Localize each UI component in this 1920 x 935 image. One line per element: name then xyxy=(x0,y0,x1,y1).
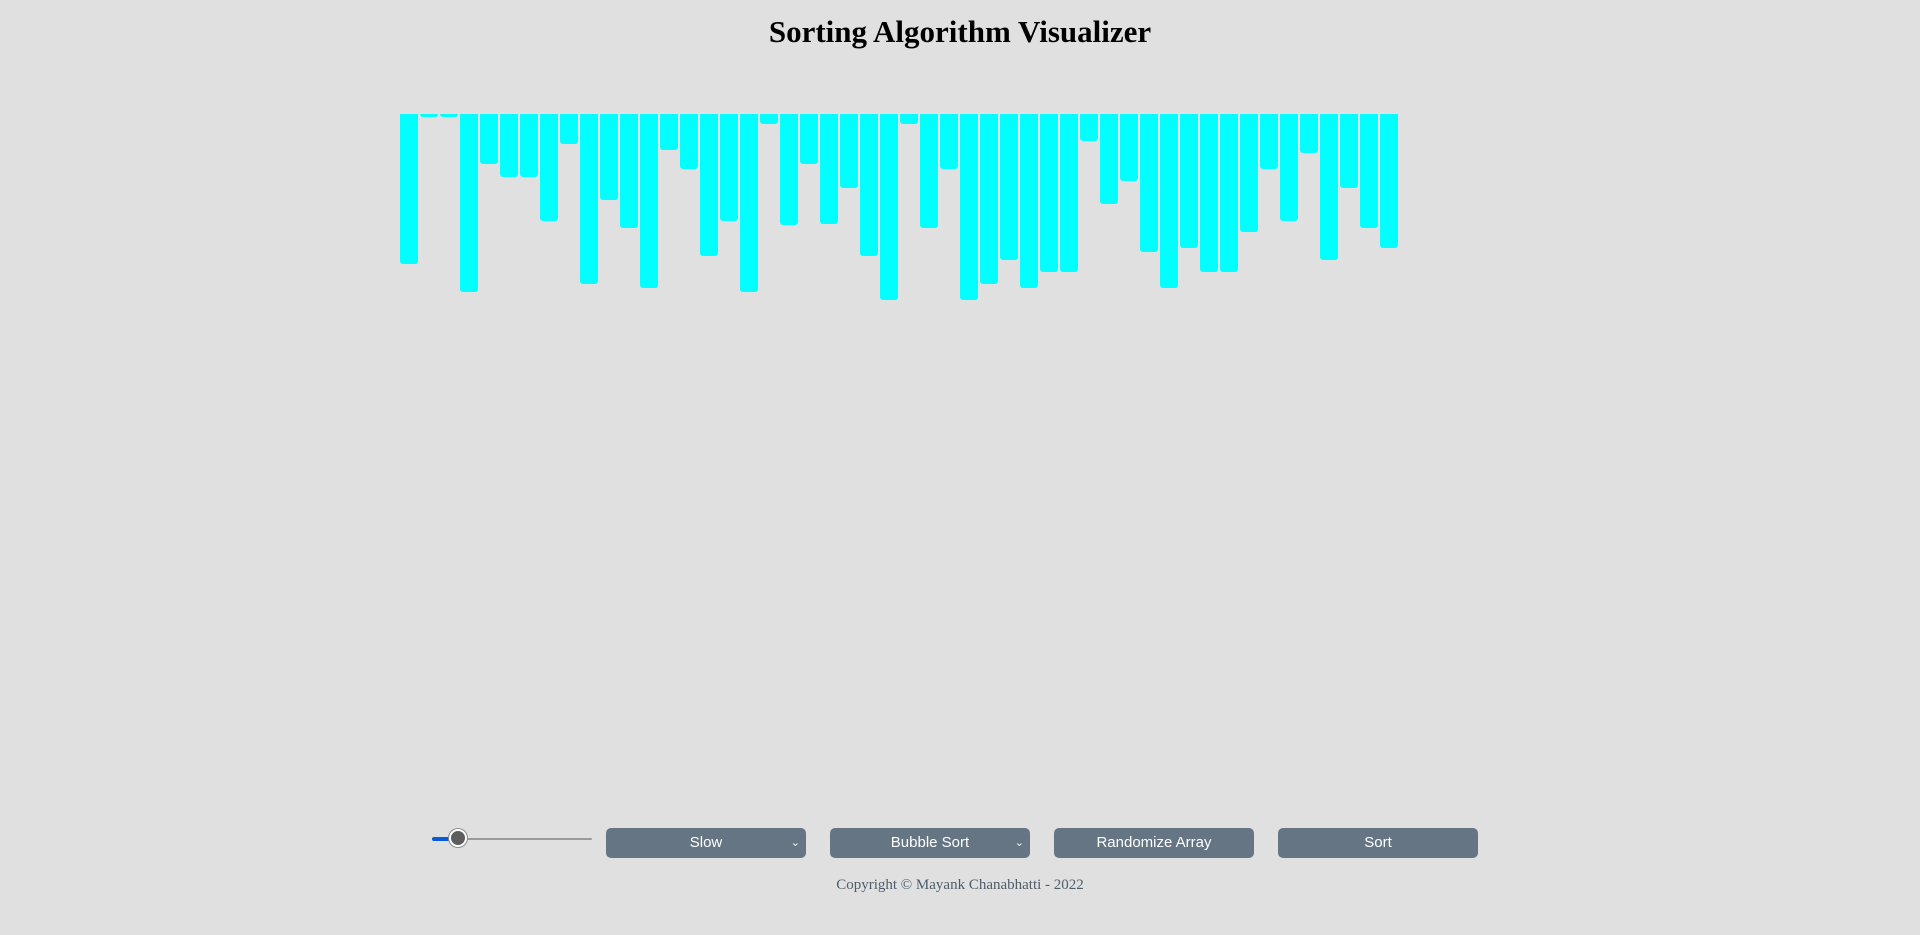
array-bar xyxy=(980,114,998,284)
array-bar xyxy=(940,114,958,169)
randomize-array-button[interactable]: Randomize Array xyxy=(1054,828,1254,858)
array-bar xyxy=(660,114,678,150)
array-bar xyxy=(580,114,598,284)
array-bar xyxy=(1380,114,1398,248)
array-bar xyxy=(1360,114,1378,228)
page-title: Sorting Algorithm Visualizer xyxy=(768,14,1152,49)
array-bar xyxy=(700,114,718,256)
speed-select[interactable]: Slow ⌄ xyxy=(606,828,806,858)
array-bar xyxy=(800,114,818,164)
array-bar xyxy=(600,114,618,200)
chevron-down-icon: ⌄ xyxy=(790,837,800,849)
bar-array xyxy=(400,114,1400,314)
speed-select-value: Slow xyxy=(689,834,723,851)
array-bar xyxy=(500,114,518,177)
chevron-down-icon: ⌄ xyxy=(1014,837,1024,849)
array-bar xyxy=(420,114,438,117)
array-bar xyxy=(680,114,698,169)
array-bar xyxy=(1280,114,1298,221)
array-bar xyxy=(540,114,558,221)
array-bar xyxy=(440,114,458,117)
array-size-slider[interactable] xyxy=(432,829,592,847)
array-bar xyxy=(1320,114,1338,260)
array-bar xyxy=(620,114,638,228)
visualizer-page: Sorting Algorithm Visualizer Slow ⌄ Bubb… xyxy=(0,0,1920,935)
array-bar xyxy=(720,114,738,221)
array-bar xyxy=(960,114,978,300)
copyright-footer: Copyright © Mayank Chanabhatti - 2022 xyxy=(836,877,1084,893)
array-bar xyxy=(1000,114,1018,260)
array-bar xyxy=(840,114,858,188)
array-bar xyxy=(1220,114,1238,272)
algorithm-select[interactable]: Bubble Sort ⌄ xyxy=(830,828,1030,858)
array-bar xyxy=(1260,114,1278,169)
array-bar xyxy=(1040,114,1058,272)
array-bar xyxy=(1300,114,1318,153)
array-bar xyxy=(760,114,778,124)
array-bar xyxy=(520,114,538,177)
array-bar xyxy=(1020,114,1038,288)
array-bar xyxy=(560,114,578,144)
array-bar xyxy=(1060,114,1078,272)
array-bar xyxy=(860,114,878,256)
array-bar xyxy=(1200,114,1218,272)
array-bar xyxy=(740,114,758,292)
slider-thumb[interactable] xyxy=(448,829,467,847)
array-bar xyxy=(1340,114,1358,188)
array-bar xyxy=(1120,114,1138,181)
array-bar xyxy=(1080,114,1098,141)
array-bar xyxy=(1180,114,1198,248)
array-bar xyxy=(880,114,898,300)
algorithm-select-value: Bubble Sort xyxy=(890,834,970,851)
sort-button[interactable]: Sort xyxy=(1278,828,1478,858)
array-bar xyxy=(1140,114,1158,252)
array-bar xyxy=(1240,114,1258,232)
array-bar xyxy=(820,114,838,224)
control-bar: Slow ⌄ Bubble Sort ⌄ Randomize Array Sor… xyxy=(0,828,1920,860)
array-bar xyxy=(480,114,498,164)
array-bar xyxy=(780,114,798,225)
array-bar xyxy=(1160,114,1178,288)
array-bar xyxy=(900,114,918,124)
array-bar xyxy=(640,114,658,288)
array-bar xyxy=(920,114,938,228)
array-bar xyxy=(460,114,478,292)
array-bar xyxy=(400,114,418,264)
array-bar xyxy=(1100,114,1118,204)
